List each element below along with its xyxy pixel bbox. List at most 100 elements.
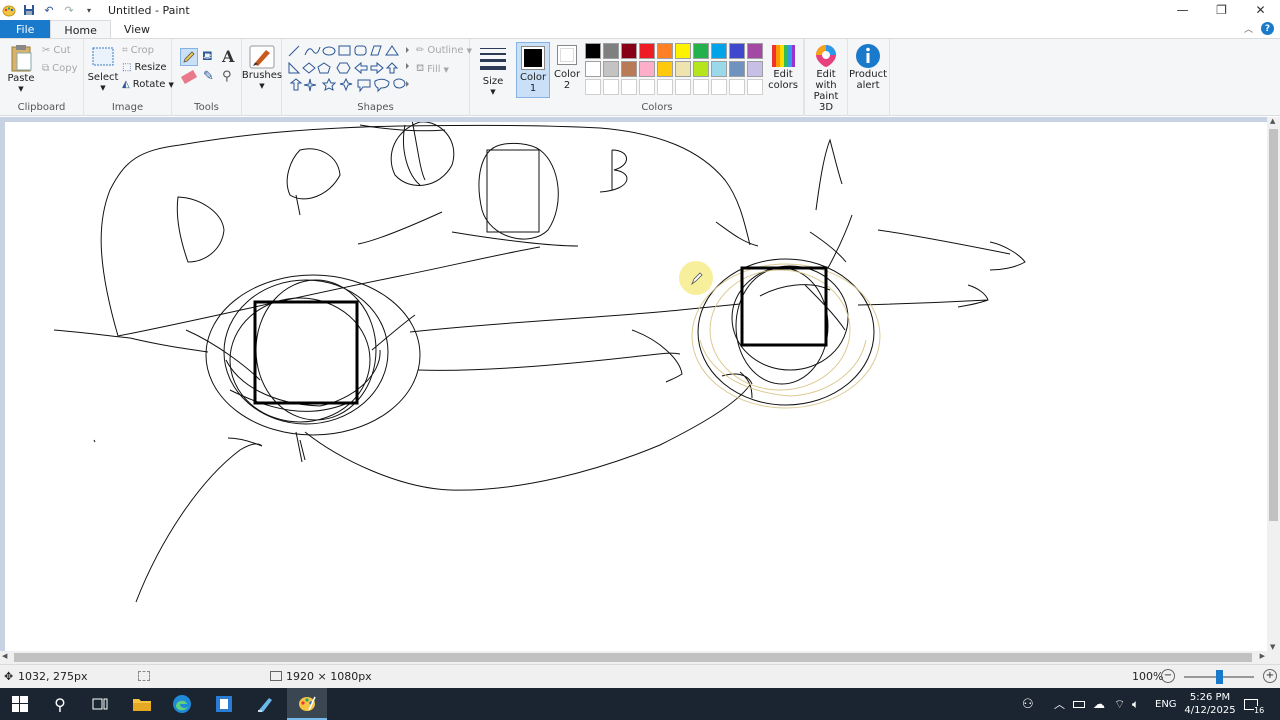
color-swatch[interactable] <box>693 43 709 59</box>
onedrive-icon[interactable]: ☁ <box>1093 688 1105 720</box>
redo-icon[interactable]: ↷ <box>62 3 76 17</box>
select-dropdown-icon[interactable]: ▼ <box>100 83 105 94</box>
tab-home[interactable]: Home <box>50 20 111 39</box>
scroll-right-icon[interactable]: ▶ <box>1260 652 1265 660</box>
color-swatch[interactable] <box>621 43 637 59</box>
color-swatch[interactable] <box>747 61 763 77</box>
edit-colors-button[interactable]: Edit colors <box>764 43 802 91</box>
text-tool-icon[interactable]: A <box>222 47 234 66</box>
color-swatch[interactable] <box>675 43 691 59</box>
language-indicator[interactable]: ENG <box>1155 688 1177 720</box>
fill-button[interactable]: ⛾ Fill ▼ <box>416 63 449 76</box>
color-swatch[interactable] <box>711 61 727 77</box>
horizontal-scroll-thumb[interactable] <box>14 653 1252 662</box>
search-button[interactable]: ⚲ <box>40 688 80 720</box>
rotate-button[interactable]: ◭ Rotate ▼ <box>122 79 174 90</box>
color-swatch[interactable] <box>747 79 763 95</box>
file-explorer-button[interactable] <box>122 688 162 720</box>
select-button[interactable]: Select ▼ <box>88 47 118 94</box>
color-swatch[interactable] <box>675 61 691 77</box>
tab-view[interactable]: View <box>111 20 163 38</box>
collapse-ribbon-icon[interactable]: ︿ <box>1244 22 1253 35</box>
zoom-slider-thumb[interactable] <box>1215 670 1223 684</box>
scroll-up-icon[interactable]: ▲ <box>1270 117 1275 125</box>
outline-button[interactable]: ✏ Outline ▼ <box>416 45 472 56</box>
copy-button[interactable]: ⧉ Copy <box>42 63 78 74</box>
color-swatch[interactable] <box>729 43 745 59</box>
paste-button[interactable]: Paste ▼ <box>6 43 36 95</box>
brushes-dropdown-icon[interactable]: ▼ <box>259 81 264 92</box>
edge-button[interactable] <box>162 688 202 720</box>
edit-paint3d-button[interactable]: Edit with Paint 3D <box>806 43 846 113</box>
minimize-button[interactable]: — <box>1163 0 1202 20</box>
color-swatch[interactable] <box>603 79 619 95</box>
color-swatch[interactable] <box>675 79 691 95</box>
color-swatch[interactable] <box>639 43 655 59</box>
color1-button[interactable]: Color 1 <box>516 42 550 98</box>
color-swatch[interactable] <box>657 79 673 95</box>
task-view-button[interactable] <box>80 688 120 720</box>
network-icon[interactable]: ⌔ <box>1114 688 1125 720</box>
color-swatch[interactable] <box>585 61 601 77</box>
color-swatch[interactable] <box>693 61 709 77</box>
show-hidden-icons-button[interactable]: ︿ <box>1054 688 1065 720</box>
size-button[interactable]: Size ▼ <box>474 45 512 98</box>
app-button-1[interactable] <box>204 688 244 720</box>
vertical-scroll-thumb[interactable] <box>1269 129 1278 521</box>
undo-icon[interactable]: ↶ <box>42 3 56 17</box>
color-swatch[interactable] <box>729 79 745 95</box>
eraser-icon[interactable] <box>180 70 198 84</box>
color-swatch[interactable] <box>711 79 727 95</box>
color-swatch[interactable] <box>603 43 619 59</box>
crop-button[interactable]: ⌗ Crop <box>122 45 154 56</box>
cut-button[interactable]: ✂ Cut <box>42 45 71 56</box>
zoom-slider[interactable] <box>1184 670 1254 684</box>
size-dropdown-icon[interactable]: ▼ <box>490 87 495 98</box>
shapes-gallery[interactable] <box>286 43 412 95</box>
brushes-button[interactable]: Brushes ▼ <box>242 44 282 92</box>
paste-dropdown-icon[interactable]: ▼ <box>18 84 23 95</box>
zoom-in-button[interactable]: + <box>1263 669 1277 683</box>
people-icon[interactable]: ⚇ <box>1022 688 1034 720</box>
customize-toolbar-icon[interactable]: ▾ <box>82 3 96 17</box>
color-swatch[interactable] <box>585 79 601 95</box>
color-swatch[interactable] <box>729 61 745 77</box>
color-swatch[interactable] <box>657 43 673 59</box>
close-button[interactable]: ✕ <box>1241 0 1280 20</box>
scroll-down-icon[interactable]: ▼ <box>1270 643 1275 651</box>
help-icon[interactable]: ? <box>1261 22 1274 35</box>
product-alert-button[interactable]: Product alert <box>848 43 888 91</box>
start-button[interactable] <box>0 688 40 720</box>
magnifier-icon[interactable]: ⚲ <box>222 69 232 84</box>
horizontal-scrollbar[interactable]: ◀ ▶ <box>0 651 1267 664</box>
clock[interactable]: 5:26 PM 4/12/2025 <box>1184 688 1236 720</box>
fill-bucket-icon[interactable]: ⛾ <box>202 49 213 66</box>
color-picker-icon[interactable]: ✎ <box>203 69 214 84</box>
zoom-out-button[interactable]: − <box>1161 669 1175 683</box>
color-swatch[interactable] <box>585 43 601 59</box>
color-swatch[interactable] <box>747 43 763 59</box>
notification-center-button[interactable]: 16 <box>1244 688 1268 720</box>
paint-taskbar-button[interactable] <box>287 688 327 720</box>
battery-icon[interactable] <box>1073 688 1085 720</box>
vertical-scrollbar[interactable]: ▲ ▼ <box>1267 117 1280 651</box>
volume-icon[interactable]: 🔈︎ <box>1132 688 1139 720</box>
drawing-canvas[interactable] <box>5 122 1267 651</box>
restore-button[interactable]: ❐ <box>1202 0 1241 20</box>
color-swatch[interactable] <box>711 43 727 59</box>
color-swatch[interactable] <box>639 61 655 77</box>
color-swatch[interactable] <box>657 61 673 77</box>
color-swatch[interactable] <box>693 79 709 95</box>
resize-button[interactable]: ⬚ Resize <box>122 62 167 73</box>
pencil-tool-button[interactable] <box>180 48 198 66</box>
color-swatch[interactable] <box>621 79 637 95</box>
color-swatch[interactable] <box>639 79 655 95</box>
color-swatch[interactable] <box>603 61 619 77</box>
app-button-2[interactable] <box>245 688 285 720</box>
title-bar: ↶ ↷ ▾ Untitled - Paint — ❐ ✕ <box>0 0 1280 20</box>
save-icon[interactable] <box>22 3 36 17</box>
tab-file[interactable]: File <box>0 20 51 38</box>
color-swatch[interactable] <box>621 61 637 77</box>
color2-button[interactable]: Color 2 <box>553 45 581 91</box>
scroll-left-icon[interactable]: ◀ <box>2 652 7 660</box>
